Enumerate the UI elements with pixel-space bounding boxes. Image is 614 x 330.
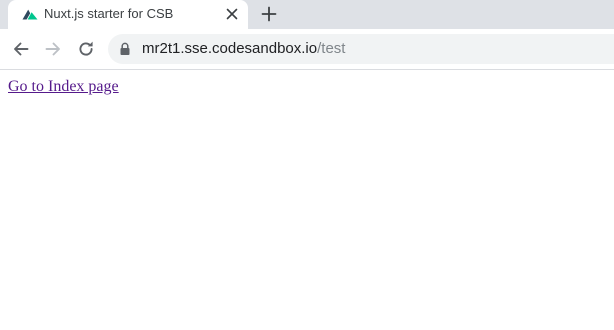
close-icon[interactable] [224, 6, 240, 22]
tab-strip: Nuxt.js starter for CSB [0, 0, 614, 29]
url-path: /test [317, 40, 346, 57]
plus-icon[interactable] [259, 4, 279, 24]
index-page-link[interactable]: Go to Index page [8, 78, 119, 96]
arrow-left-icon[interactable] [11, 39, 31, 59]
tab-title: Nuxt.js starter for CSB [44, 6, 174, 21]
lock-icon[interactable] [119, 42, 131, 56]
browser-tab[interactable]: Nuxt.js starter for CSB [8, 0, 248, 29]
arrow-right-icon[interactable] [43, 39, 63, 59]
url-text[interactable]: mr2t1.sse.codesandbox.io/test [142, 40, 345, 57]
page-content: Go to Index page [0, 70, 614, 330]
toolbar: mr2t1.sse.codesandbox.io/test [0, 29, 614, 70]
reload-icon[interactable] [76, 39, 96, 59]
browser-window: Nuxt.js starter for CSB mr2t1.sse.codesa… [0, 0, 614, 330]
nuxt-logo-icon [22, 9, 38, 20]
address-bar[interactable]: mr2t1.sse.codesandbox.io/test [108, 34, 614, 64]
url-host: mr2t1.sse.codesandbox.io [142, 40, 318, 57]
